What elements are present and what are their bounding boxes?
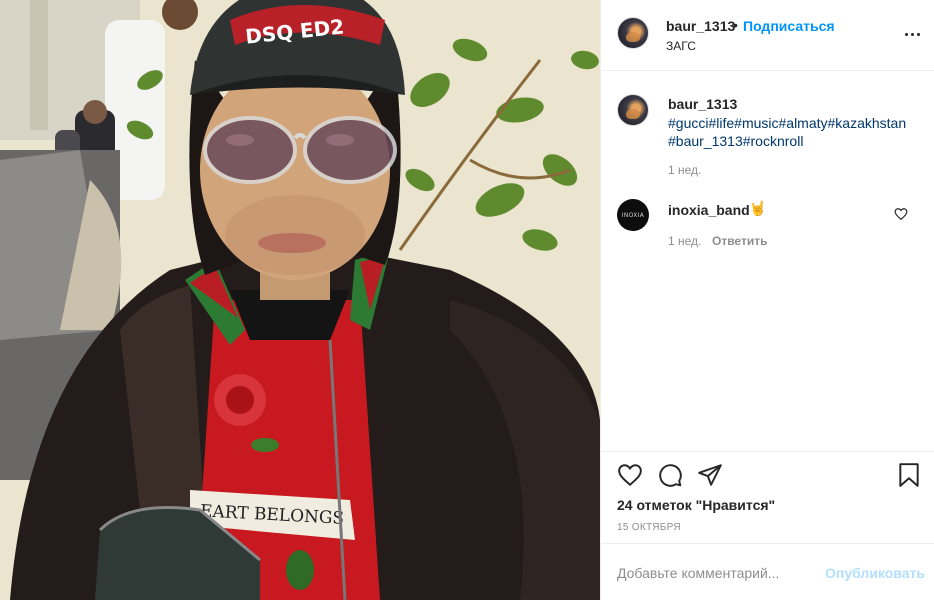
post-location[interactable]: ЗАГС: [666, 39, 696, 53]
bookmark-icon[interactable]: [896, 462, 922, 488]
comments-section: baur_1313 #gucci#life#music#almaty#kazak…: [601, 71, 934, 451]
post-date: 15 ОКТЯБРЯ: [617, 522, 681, 533]
comment-like-icon[interactable]: [894, 207, 908, 221]
post-header: baur_1313 • Подписаться ЗАГС: [601, 0, 934, 71]
comment-timestamp: 1 нед.: [668, 234, 702, 248]
caption-username[interactable]: baur_1313: [668, 96, 737, 112]
post-photo[interactable]: EART BELONGS DSQ ED2: [0, 0, 600, 600]
author-avatar[interactable]: [617, 17, 649, 49]
follow-button[interactable]: Подписаться: [743, 18, 835, 34]
reply-button[interactable]: Ответить: [712, 234, 767, 248]
more-options-icon[interactable]: [903, 24, 921, 44]
selfie-illustration: EART BELONGS DSQ ED2: [0, 0, 600, 600]
comment-icon[interactable]: [657, 462, 683, 488]
post-details-panel: baur_1313 • Подписаться ЗАГС baur_1313 #…: [600, 0, 934, 600]
caption-author-avatar[interactable]: [617, 94, 649, 126]
comment-input[interactable]: [617, 562, 817, 584]
comment-text: 🤘: [749, 200, 767, 216]
likes-count[interactable]: 24 отметок "Нравится": [617, 497, 775, 513]
header-separator: •: [733, 17, 738, 33]
commenter-avatar[interactable]: INOXIA: [617, 199, 649, 231]
caption-timestamp: 1 нед.: [668, 163, 702, 177]
share-icon[interactable]: [697, 462, 723, 488]
post-actions: 24 отметок "Нравится" 15 ОКТЯБРЯ: [601, 451, 934, 543]
commenter-username[interactable]: inoxia_band: [668, 202, 750, 218]
publish-button[interactable]: Опубликовать: [825, 565, 925, 581]
heart-icon[interactable]: [617, 462, 643, 488]
caption-hashtags[interactable]: #gucci#life#music#almaty#kazakhstan #bau…: [668, 114, 928, 150]
author-username[interactable]: baur_1313: [666, 18, 735, 34]
add-comment-bar: Опубликовать: [601, 543, 934, 600]
